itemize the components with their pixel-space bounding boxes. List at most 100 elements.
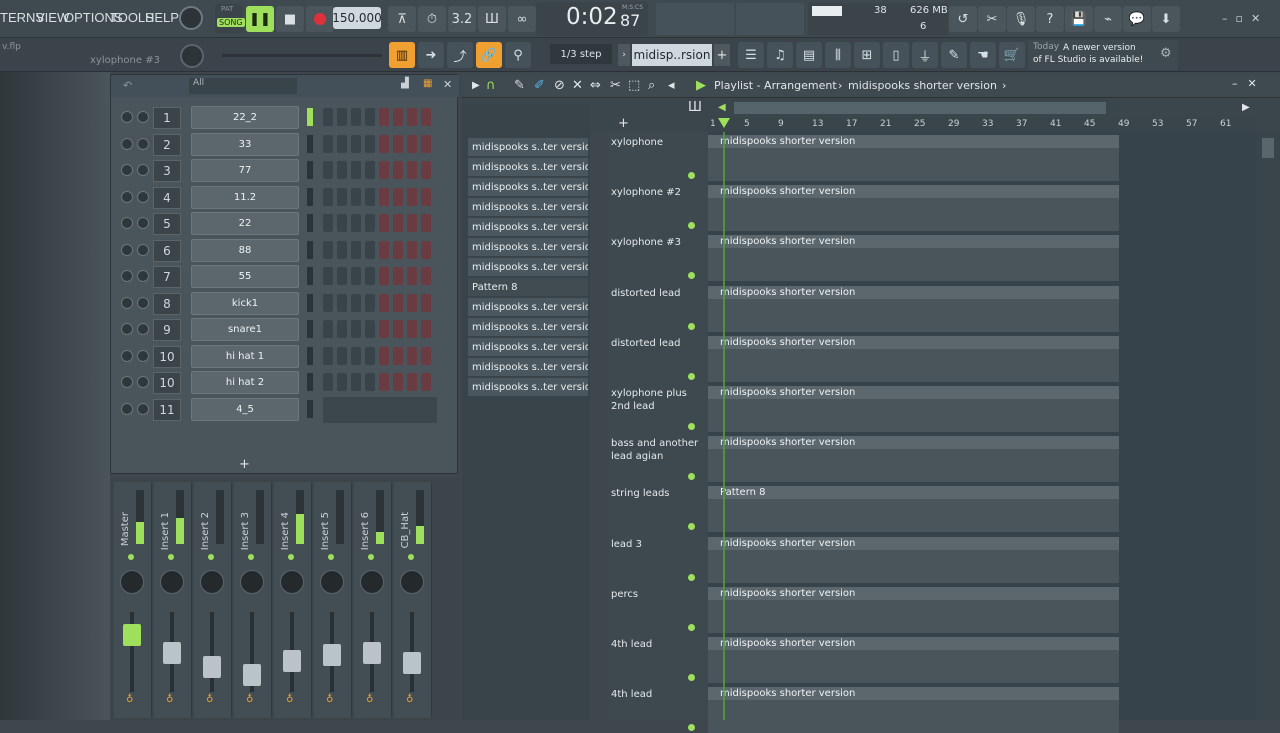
channel-row[interactable]: 6 88	[111, 238, 459, 264]
step-button[interactable]	[421, 108, 431, 126]
step-button[interactable]	[351, 187, 361, 206]
slide-button[interactable]: ⤴	[447, 42, 473, 68]
step-button[interactable]	[393, 293, 403, 312]
mute-led[interactable]	[168, 554, 174, 560]
track-name[interactable]: bass and another lead agian	[611, 437, 703, 463]
step-button[interactable]	[351, 214, 361, 232]
fx-icon[interactable]: ♁	[126, 694, 133, 705]
step-button[interactable]	[393, 267, 403, 285]
track-name[interactable]: distorted lead	[611, 337, 703, 350]
pattern-clip[interactable]: midispooks shorter version	[708, 386, 1119, 432]
pan-knob[interactable]	[240, 570, 264, 594]
news-panel[interactable]: Today A newer version of FL Studio is av…	[1028, 40, 1178, 70]
track-name[interactable]: xylophone #3	[611, 236, 703, 249]
channel-name-button[interactable]: hi hat 2	[191, 371, 299, 394]
step-button[interactable]	[407, 373, 417, 391]
countdown-button[interactable]: 3.2	[448, 6, 476, 32]
pan-knob[interactable]	[280, 570, 304, 594]
mixer-track-number[interactable]: 7	[153, 266, 181, 288]
pattern-selector[interactable]: midisp..rsion	[632, 44, 712, 66]
step-button[interactable]	[323, 108, 333, 126]
step-button[interactable]	[379, 214, 389, 232]
mute-led[interactable]	[408, 554, 414, 560]
master-pitch-knob[interactable]	[180, 44, 204, 68]
channel-name-button[interactable]: 55	[191, 265, 299, 288]
step-button[interactable]	[379, 346, 389, 365]
mixer-track-number[interactable]: 8	[153, 292, 181, 315]
piano-roll-button[interactable]: ♫	[767, 42, 793, 68]
channel-name-button[interactable]: hi hat 1	[191, 344, 299, 368]
channel-volume-knob[interactable]	[137, 376, 149, 388]
channel-pan-knob[interactable]	[121, 243, 133, 256]
typing-keyboard-button[interactable]: ▥	[389, 42, 415, 68]
picker-item[interactable]: midispooks s..ter version	[468, 298, 588, 316]
step-button[interactable]	[379, 108, 389, 126]
step-button[interactable]	[365, 373, 375, 391]
step-button[interactable]	[351, 161, 361, 179]
metronome-button[interactable]: ⊼	[388, 6, 416, 32]
step-button[interactable]	[351, 240, 361, 259]
channel-name-button[interactable]: 22	[191, 212, 299, 235]
step-button[interactable]	[421, 373, 431, 391]
step-button[interactable]	[421, 240, 431, 259]
mic-button[interactable]: 🎙	[1007, 6, 1035, 32]
mixer-track-number[interactable]: 10	[153, 345, 181, 368]
channel-volume-knob[interactable]	[137, 164, 149, 176]
picker-item[interactable]: midispooks s..ter version	[468, 358, 588, 376]
channel-select-indicator[interactable]	[307, 187, 313, 206]
pan-knob[interactable]	[200, 570, 224, 594]
channel-select-indicator[interactable]	[307, 240, 313, 259]
channel-pan-knob[interactable]	[121, 217, 133, 229]
download-button[interactable]: ⬇	[1152, 6, 1180, 32]
step-button[interactable]	[323, 187, 333, 206]
picker-item[interactable]: midispooks s..ter version	[468, 338, 588, 356]
channel-volume-knob[interactable]	[137, 323, 149, 335]
graph-icon[interactable]: ▟	[401, 78, 409, 89]
pattern-clip[interactable]: midispooks shorter version	[708, 185, 1119, 232]
step-button[interactable]	[407, 187, 417, 206]
picker-item[interactable]: midispooks s..ter version	[468, 198, 588, 216]
step-button[interactable]	[351, 134, 361, 153]
channel-pan-knob[interactable]	[121, 349, 133, 362]
channel-name-button[interactable]: 33	[191, 132, 299, 156]
playhead-marker[interactable]	[718, 118, 730, 128]
step-button[interactable]	[323, 267, 333, 285]
channel-pan-knob[interactable]	[121, 111, 133, 123]
fx-icon[interactable]: ♁	[246, 694, 253, 705]
volume-fader[interactable]	[323, 644, 341, 666]
step-button[interactable]	[337, 240, 347, 259]
window-controls[interactable]: –▫✕	[1222, 12, 1268, 25]
mixer-strip[interactable]: Insert 6 ♁	[354, 482, 392, 718]
step-button[interactable]	[337, 373, 347, 391]
step-button[interactable]	[393, 108, 403, 126]
channel-name-button[interactable]: 11.2	[191, 185, 299, 209]
volume-fader[interactable]	[403, 652, 421, 674]
channel-name-button[interactable]: 77	[191, 159, 299, 182]
pattern-clip[interactable]: Pattern 8	[708, 486, 1119, 533]
fx-icon[interactable]: ♁	[406, 694, 413, 705]
step-button[interactable]	[365, 293, 375, 312]
channel-pan-knob[interactable]	[121, 164, 133, 176]
mixer-track-number[interactable]: 11	[153, 398, 181, 421]
step-button[interactable]	[421, 161, 431, 179]
pattern-clip[interactable]: midispooks shorter version	[708, 637, 1119, 683]
mixer-track-number[interactable]: 10	[153, 372, 181, 394]
track-enable-led[interactable]	[688, 372, 695, 380]
add-track-button[interactable]: +	[618, 116, 629, 131]
step-button[interactable]	[337, 346, 347, 365]
magnet-icon[interactable]: ∩	[486, 78, 496, 93]
pan-knob[interactable]	[360, 570, 384, 594]
step-button[interactable]	[365, 240, 375, 259]
picker-item[interactable]: midispooks s..ter version	[468, 238, 588, 256]
track-enable-led[interactable]	[688, 674, 695, 681]
mixer-strip[interactable]: Insert 1 ♁	[154, 482, 192, 718]
volume-fader[interactable]	[123, 624, 141, 646]
loop-record-button[interactable]: ∞	[508, 6, 536, 32]
channel-volume-knob[interactable]	[137, 296, 149, 309]
step-button[interactable]	[337, 320, 347, 338]
step-button[interactable]	[393, 346, 403, 365]
wait-input-button[interactable]: ⏱	[418, 6, 446, 32]
picker-item[interactable]: midispooks s..ter version	[468, 178, 588, 196]
step-button[interactable]	[421, 267, 431, 285]
volume-fader[interactable]	[283, 650, 301, 672]
